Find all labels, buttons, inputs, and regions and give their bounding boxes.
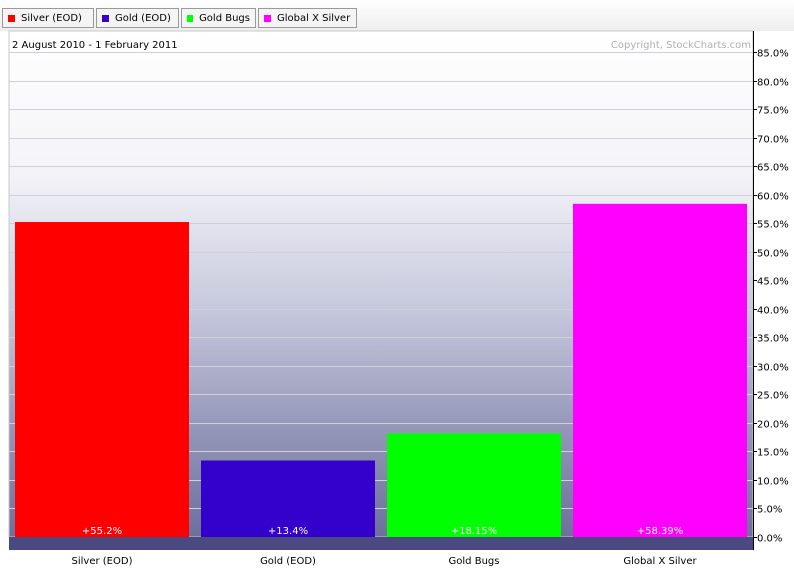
- y-tick-label: 45.0%: [757, 277, 789, 288]
- y-tick-label: 80.0%: [757, 78, 789, 89]
- x-axis-categories: Silver (EOD) Gold (EOD) Gold Bugs Global X …: [72, 556, 698, 567]
- y-tick-label: 25.0%: [757, 391, 789, 402]
- y-tick-label: 35.0%: [757, 334, 789, 345]
- bar-chart: +55.2% +13.4% +18.15% +58.39% 0.0% 5.0% 10.0%…: [8, 30, 789, 567]
- y-tick-label: 0.0%: [757, 534, 782, 545]
- x-axis-band: [9, 537, 753, 550]
- bar-value-label: +13.4%: [268, 526, 308, 537]
- bar-value-label: +55.2%: [82, 526, 122, 537]
- copyright-label: Copyright, StockCharts.com: [611, 40, 751, 51]
- x-category-label: Gold (EOD): [260, 556, 316, 567]
- bar-value-label: +18.15%: [451, 526, 498, 537]
- y-tick-label: 55.0%: [757, 220, 789, 231]
- bar: [15, 222, 189, 537]
- bar: [573, 203, 747, 538]
- y-tick-label: 20.0%: [757, 420, 789, 431]
- y-tick-label: 10.0%: [757, 477, 789, 488]
- bar: [387, 433, 561, 537]
- y-tick-label: 85.0%: [757, 49, 789, 60]
- y-tick-label: 40.0%: [757, 306, 789, 317]
- bar-value-label: +58.39%: [637, 526, 684, 537]
- y-tick-label: 50.0%: [757, 249, 789, 260]
- y-tick-label: 60.0%: [757, 192, 789, 203]
- y-axis-ticks: 0.0% 5.0% 10.0% 15.0% 20.0% 25.0% 30.0% 35.0% 40…: [753, 49, 789, 545]
- y-tick-label: 75.0%: [757, 106, 789, 117]
- x-category-label: Global X Silver: [623, 556, 697, 567]
- y-tick-label: 5.0%: [757, 505, 782, 516]
- y-tick-label: 65.0%: [757, 163, 789, 174]
- x-category-label: Silver (EOD): [72, 556, 133, 567]
- y-tick-label: 70.0%: [757, 135, 789, 146]
- y-tick-label: 30.0%: [757, 363, 789, 374]
- x-category-label: Gold Bugs: [449, 556, 500, 567]
- date-range-label: 2 August 2010 - 1 February 2011: [12, 40, 178, 51]
- y-tick-label: 15.0%: [757, 448, 789, 459]
